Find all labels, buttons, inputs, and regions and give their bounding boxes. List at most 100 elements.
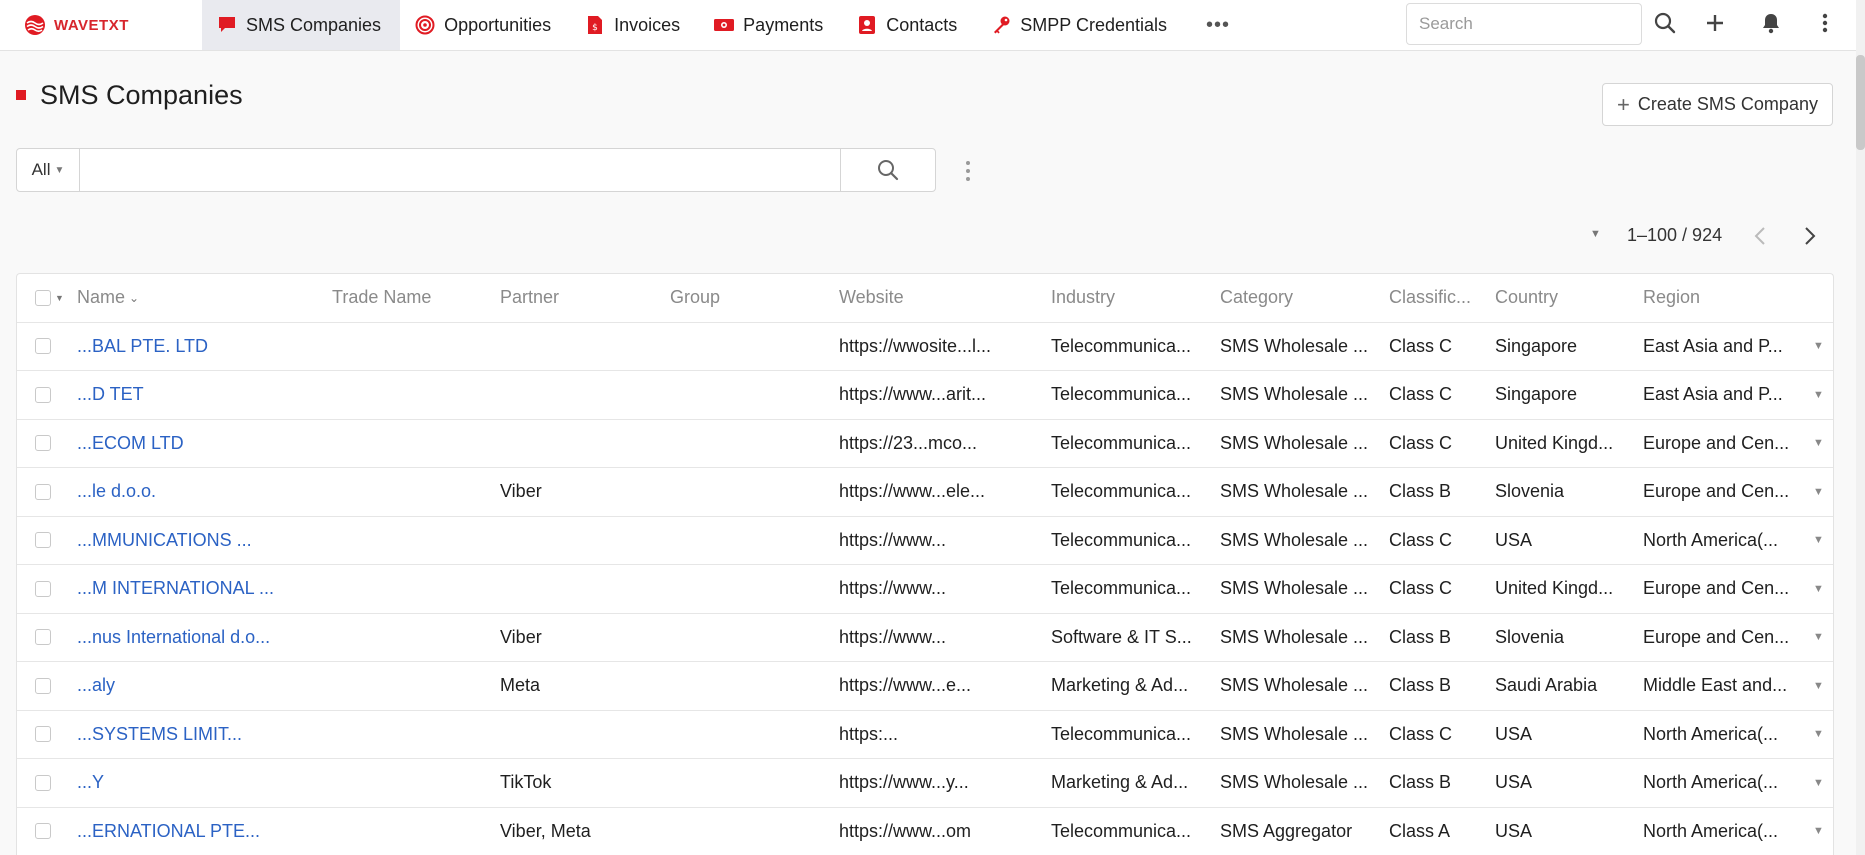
row-expand-icon[interactable]: ▼ (1813, 614, 1824, 662)
cell-name[interactable]: ...le d.o.o. (77, 468, 327, 516)
col-header-partner[interactable]: Partner (500, 274, 650, 322)
select-all-checkbox[interactable]: ▼ (35, 274, 64, 322)
nav-smpp-credentials[interactable]: SMPP Credentials (976, 0, 1186, 50)
col-header-group[interactable]: Group (670, 274, 820, 322)
nav-opportunities[interactable]: Opportunities (400, 0, 570, 50)
nav-contacts[interactable]: Contacts (842, 0, 976, 50)
cell-category: SMS Wholesale ... (1220, 626, 1369, 647)
cell-name[interactable]: ...D TET (77, 371, 327, 419)
cell-region: East Asia and P... (1643, 384, 1783, 405)
top-navbar: WAVETXT SMS Companies Opportunities $ In… (0, 0, 1865, 51)
cell-country: USA (1495, 529, 1533, 550)
create-sms-company-button[interactable]: + Create SMS Company (1602, 83, 1833, 126)
row-checkbox[interactable] (35, 808, 51, 855)
chat-bubble-icon (216, 14, 238, 36)
table-row[interactable]: ...nus International d.o... Viber https://… (17, 614, 1833, 662)
add-icon[interactable] (1700, 8, 1730, 38)
row-expand-icon[interactable]: ▼ (1813, 808, 1824, 855)
row-expand-icon[interactable]: ▼ (1813, 323, 1824, 371)
cell-name[interactable]: ...BAL PTE. LTD (77, 323, 327, 371)
col-header-website[interactable]: Website (839, 274, 1029, 322)
col-header-industry[interactable]: Industry (1051, 274, 1201, 322)
row-checkbox[interactable] (35, 662, 51, 710)
cell-name[interactable]: ...MMUNICATIONS ... (77, 517, 327, 565)
row-expand-icon[interactable]: ▼ (1813, 565, 1824, 613)
nav-label: Invoices (614, 14, 681, 35)
cell-industry: Telecommunica... (1051, 820, 1192, 841)
row-checkbox[interactable] (35, 420, 51, 468)
row-expand-icon[interactable]: ▼ (1813, 371, 1824, 419)
pager-dropdown-icon[interactable]: ▼ (1590, 228, 1601, 240)
table-row[interactable]: ...aly Meta https://www...e... Marketing & … (17, 662, 1833, 711)
page-scrollbar[interactable] (1856, 0, 1865, 855)
col-header-category[interactable]: Category (1220, 274, 1370, 322)
row-expand-icon[interactable]: ▼ (1813, 420, 1824, 468)
row-expand-icon[interactable]: ▼ (1813, 711, 1824, 759)
title-marker (16, 90, 26, 100)
col-header-region[interactable]: Region (1643, 274, 1793, 322)
filter-search-input[interactable] (80, 149, 840, 191)
filter-scope-select[interactable]: All ▼ (17, 149, 80, 191)
table-row[interactable]: ...ERNATIONAL PTE... Viber, Meta https://w… (17, 808, 1833, 855)
filter-options-icon[interactable] (960, 156, 976, 186)
cell-classification: Class B (1389, 481, 1452, 502)
row-expand-icon[interactable]: ▼ (1813, 759, 1824, 807)
brand-logo[interactable]: WAVETXT (0, 14, 202, 36)
row-checkbox[interactable] (35, 759, 51, 807)
table-row[interactable]: ...ECOM LTD https://23...mco... Telecommun… (17, 420, 1833, 468)
table-row[interactable]: ...D TET https://www...arit... Telecommuni… (17, 371, 1833, 420)
row-expand-icon[interactable]: ▼ (1813, 517, 1824, 565)
cell-partner: Viber (500, 481, 542, 502)
cell-category: SMS Wholesale ... (1220, 723, 1369, 744)
row-expand-icon[interactable]: ▼ (1813, 468, 1824, 516)
row-checkbox[interactable] (35, 468, 51, 516)
table-row[interactable]: ...M INTERNATIONAL ... https://www... Tele… (17, 565, 1833, 614)
search-icon[interactable] (1650, 8, 1680, 38)
col-header-classification[interactable]: Classific... (1389, 274, 1489, 322)
col-header-name[interactable]: Name ⌄ (77, 274, 277, 322)
col-header-trade-name[interactable]: Trade Name (332, 274, 482, 322)
chevron-left-icon[interactable] (1748, 222, 1772, 250)
row-checkbox[interactable] (35, 371, 51, 419)
cell-category: SMS Wholesale ... (1220, 529, 1369, 550)
cell-name[interactable]: ...SYSTEMS LIMIT... (77, 711, 327, 759)
row-checkbox[interactable] (35, 517, 51, 565)
table-row[interactable]: ...SYSTEMS LIMIT... https:... Telecommunic… (17, 711, 1833, 759)
row-checkbox[interactable] (35, 565, 51, 613)
cell-industry: Telecommunica... (1051, 578, 1192, 599)
nav-sms-companies[interactable]: SMS Companies (202, 0, 401, 50)
cell-category: SMS Wholesale ... (1220, 772, 1369, 793)
filter-search-button[interactable] (840, 149, 935, 191)
cell-name[interactable]: ...nus International d.o... (77, 614, 327, 662)
nav-label: SMPP Credentials (1020, 14, 1167, 35)
row-checkbox[interactable] (35, 323, 51, 371)
row-checkbox[interactable] (35, 614, 51, 662)
nav-payments[interactable]: Payments (699, 0, 842, 50)
bell-icon[interactable] (1756, 8, 1786, 38)
row-expand-icon[interactable]: ▼ (1813, 662, 1824, 710)
row-checkbox[interactable] (35, 711, 51, 759)
cell-name[interactable]: ...Y (77, 759, 327, 807)
nav-more-button[interactable]: ••• (1186, 0, 1250, 50)
cell-classification: Class C (1389, 335, 1453, 356)
table-row[interactable]: ...Y TikTok https://www...y... Marketing & … (17, 759, 1833, 808)
cell-website: https://www... (839, 578, 947, 599)
global-search-input[interactable] (1406, 3, 1642, 45)
cell-name[interactable]: ...M INTERNATIONAL ... (77, 565, 327, 613)
cell-name[interactable]: ...ERNATIONAL PTE... (77, 808, 327, 855)
cell-name[interactable]: ...aly (77, 662, 327, 710)
chevron-right-icon[interactable] (1798, 222, 1822, 250)
table-row[interactable]: ...BAL PTE. LTD https://wwosite...l... Tel… (17, 323, 1833, 371)
cell-classification: Class C (1389, 384, 1453, 405)
cell-category: SMS Wholesale ... (1220, 481, 1369, 502)
key-icon (990, 14, 1012, 36)
more-vertical-icon[interactable] (1810, 8, 1840, 38)
cell-group (670, 808, 820, 855)
col-header-country[interactable]: Country (1495, 274, 1630, 322)
cell-name[interactable]: ...ECOM LTD (77, 420, 327, 468)
table-row[interactable]: ...MMUNICATIONS ... https://www... Telecom… (17, 517, 1833, 565)
nav-invoices[interactable]: $ Invoices (570, 0, 699, 50)
table-header: ▼ Name ⌄ Trade Name Partner Group Websit… (17, 274, 1833, 323)
cell-partner (500, 711, 660, 759)
table-row[interactable]: ...le d.o.o. Viber https://www...ele... Tel… (17, 468, 1833, 517)
